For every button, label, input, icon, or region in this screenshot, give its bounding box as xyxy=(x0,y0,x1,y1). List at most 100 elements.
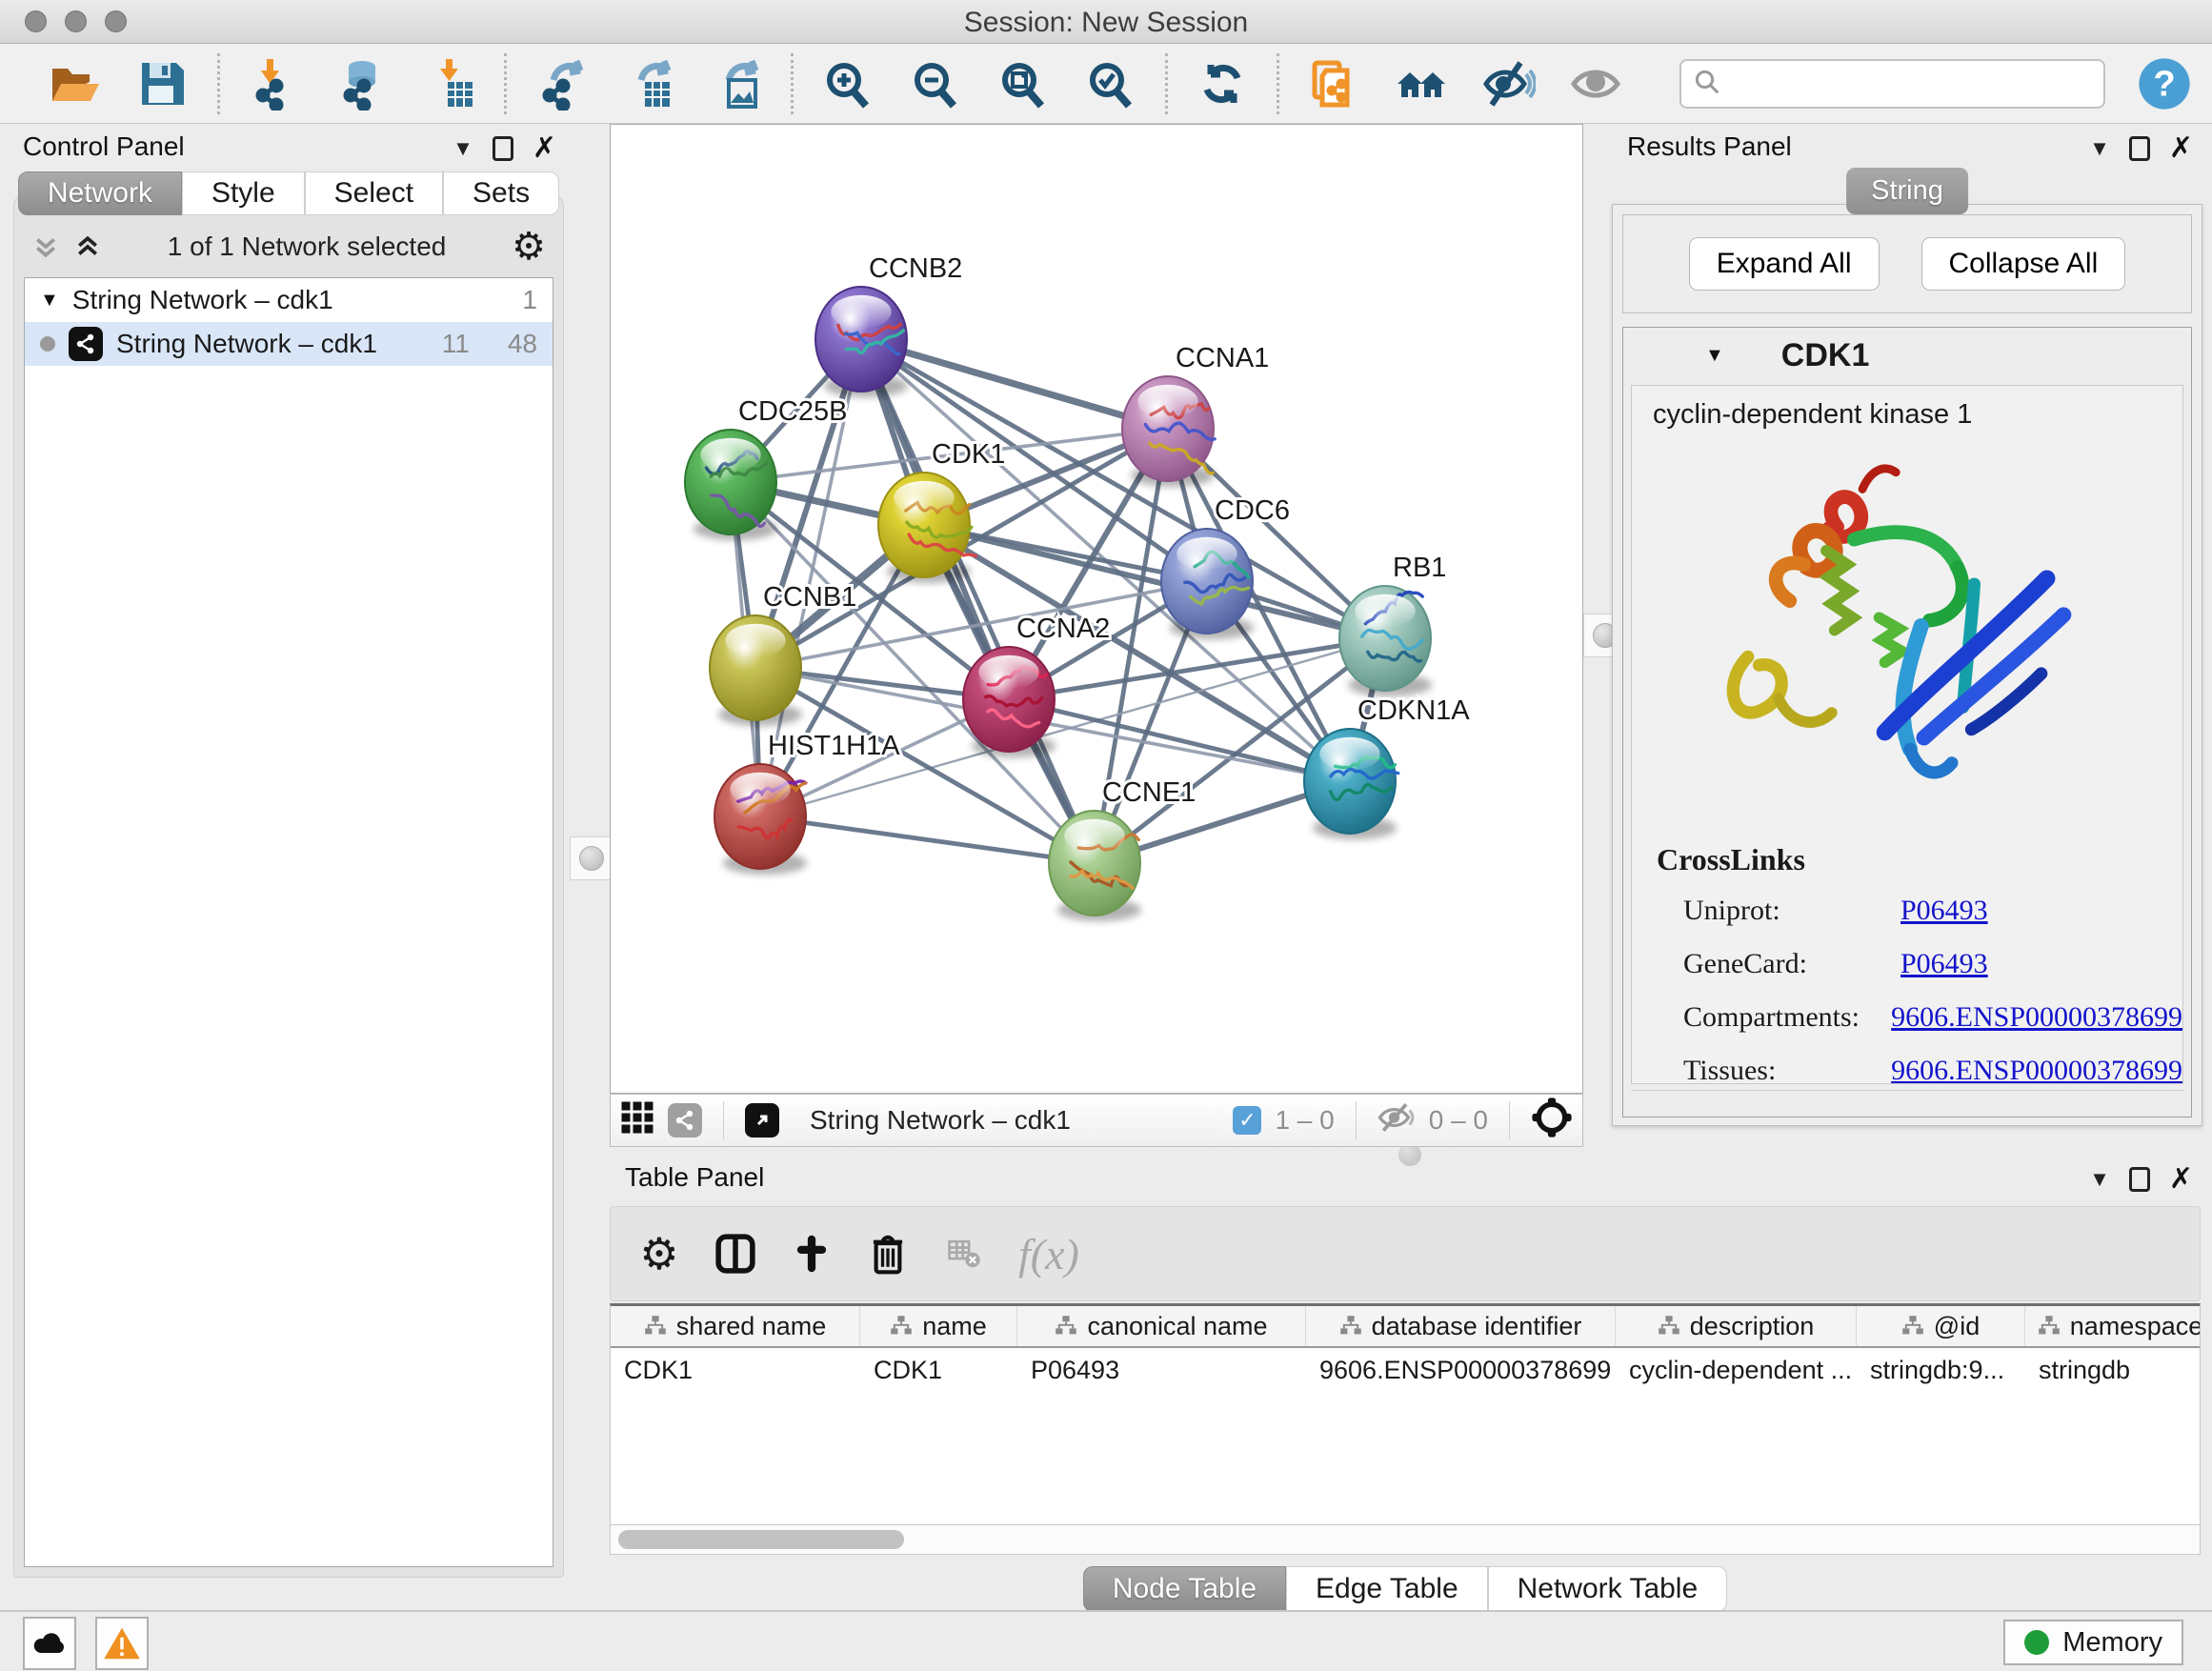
close-panel-icon[interactable]: ✗ xyxy=(533,131,556,165)
string-view-icon[interactable] xyxy=(668,1103,702,1137)
birds-eye-view-icon[interactable] xyxy=(745,1103,779,1137)
control-panel: Control Panel ▼ ✗ NetworkStyleSelectSets… xyxy=(8,124,570,1581)
node-CDKN1A[interactable]: CDKN1A xyxy=(1304,695,1470,839)
crosslink-link[interactable]: 9606.ENSP00000378699 xyxy=(1891,1001,2182,1034)
node-table: shared namenamecanonical namedatabase id… xyxy=(610,1303,2201,1524)
zoom-out-button[interactable] xyxy=(906,54,965,113)
export-table-button[interactable] xyxy=(619,54,678,113)
export-network-button[interactable] xyxy=(532,54,591,113)
import-table-button[interactable] xyxy=(420,54,479,113)
close-table-icon[interactable]: ✗ xyxy=(2169,1162,2193,1196)
collapse-table-icon[interactable]: ▼ xyxy=(2089,1167,2110,1192)
collapse-panel-icon[interactable]: ▼ xyxy=(452,136,473,161)
search-box[interactable] xyxy=(1679,59,2105,109)
float-results-icon[interactable] xyxy=(2129,136,2150,161)
tab-string[interactable]: String xyxy=(1846,168,1968,214)
collapse-results-icon[interactable]: ▼ xyxy=(2089,136,2110,161)
collapse-all-button[interactable]: Collapse All xyxy=(1921,237,2126,291)
create-column-icon[interactable] xyxy=(790,1232,834,1276)
crosslink-link[interactable]: P06493 xyxy=(1900,895,1988,927)
table-hscrollbar[interactable] xyxy=(610,1524,2201,1555)
title-bar: Session: New Session xyxy=(0,0,2212,44)
function-builder-icon[interactable]: f(x) xyxy=(1018,1229,1079,1279)
column-header-namespace[interactable]: namespace xyxy=(2025,1306,2201,1346)
cloud-button[interactable] xyxy=(23,1617,76,1670)
table-hscroll-thumb[interactable] xyxy=(618,1530,904,1549)
expand-all-button[interactable]: Expand All xyxy=(1689,237,1880,291)
node-CCNE1[interactable]: CCNE1 xyxy=(1049,777,1196,921)
table-cell: CDK1 xyxy=(860,1348,1017,1392)
grid-view-icon[interactable] xyxy=(620,1100,654,1141)
left-splitter-handle[interactable] xyxy=(570,836,613,880)
gene-description: cyclin-dependent kinase 1 xyxy=(1632,386,2182,431)
first-neighbors-button[interactable] xyxy=(1304,54,1363,113)
zoom-in-button[interactable] xyxy=(818,54,877,113)
expand-all-networks-icon[interactable] xyxy=(31,232,60,261)
column-header-canonical-name[interactable]: canonical name xyxy=(1017,1306,1306,1346)
node-CDC6[interactable]: CDC6 xyxy=(1161,495,1290,639)
node-label: CCNA1 xyxy=(1176,343,1269,373)
memory-button[interactable]: Memory xyxy=(2003,1620,2183,1665)
fit-selected-crosshair-icon[interactable] xyxy=(1531,1097,1573,1145)
tab-style[interactable]: Style xyxy=(182,171,305,215)
tab-network-table[interactable]: Network Table xyxy=(1488,1566,1728,1612)
import-network-button[interactable] xyxy=(245,54,304,113)
results-hscrollbar[interactable] xyxy=(1631,1090,2183,1111)
tab-edge-table[interactable]: Edge Table xyxy=(1286,1566,1488,1612)
selected-count: 1 – 0 xyxy=(1275,1105,1334,1136)
delete-table-icon[interactable] xyxy=(942,1232,986,1276)
collapse-all-networks-icon[interactable] xyxy=(73,232,102,261)
refresh-button[interactable] xyxy=(1193,54,1252,113)
network-canvas[interactable]: CCNB2CCNA1CDC25BCDK1CDC6RB1CCNB1CCNA2CDK… xyxy=(610,124,1583,1094)
memory-status-icon xyxy=(2024,1630,2049,1655)
warnings-button[interactable] xyxy=(95,1617,149,1670)
column-header-shared-name[interactable]: shared name xyxy=(611,1306,860,1346)
network-row[interactable]: String Network – cdk1 11 48 xyxy=(25,322,553,366)
export-image-button[interactable] xyxy=(707,54,766,113)
float-panel-icon[interactable] xyxy=(493,136,513,161)
column-header-description[interactable]: description xyxy=(1616,1306,1857,1346)
crosslink-link[interactable]: P06493 xyxy=(1900,948,1988,980)
table-cell: CDK1 xyxy=(611,1348,860,1392)
node-CCNA1[interactable]: CCNA1 xyxy=(1122,343,1269,487)
zoom-fit-button[interactable] xyxy=(994,54,1053,113)
zoom-selected-button[interactable] xyxy=(1081,54,1140,113)
search-icon xyxy=(1693,68,1721,101)
hide-eye-button[interactable] xyxy=(1479,54,1538,113)
tab-select[interactable]: Select xyxy=(305,171,443,215)
table-options-gear-icon[interactable]: ⚙ xyxy=(637,1232,681,1276)
column-header-id[interactable]: @id xyxy=(1857,1306,2025,1346)
network-collection-row[interactable]: ▼ String Network – cdk1 1 xyxy=(25,278,553,322)
help-button[interactable]: ? xyxy=(2138,54,2191,113)
hidden-eye-icon[interactable] xyxy=(1377,1101,1416,1140)
show-columns-icon[interactable] xyxy=(714,1232,757,1276)
network-options-gear-icon[interactable]: ⚙ xyxy=(512,228,546,266)
tab-node-table[interactable]: Node Table xyxy=(1083,1566,1286,1612)
tab-sets[interactable]: Sets xyxy=(443,171,559,215)
import-table-icon xyxy=(423,57,476,111)
zoom-selected-icon xyxy=(1084,57,1137,111)
column-header-database-identifier[interactable]: database identifier xyxy=(1306,1306,1616,1346)
table-row[interactable]: CDK1CDK1P064939606.ENSP00000378699cyclin… xyxy=(611,1348,2200,1392)
delete-column-icon[interactable] xyxy=(866,1232,910,1276)
open-folder-button[interactable] xyxy=(46,54,105,113)
save-session-button[interactable] xyxy=(133,54,192,113)
selected-nodes-checkbox[interactable]: ✓ xyxy=(1233,1106,1261,1135)
search-input[interactable] xyxy=(1721,69,2092,100)
close-results-icon[interactable]: ✗ xyxy=(2169,131,2193,165)
crosslink-link[interactable]: 9606.ENSP00000378699 xyxy=(1891,1055,2182,1084)
import-database-button[interactable] xyxy=(332,54,392,113)
table-cell: cyclin-dependent ... xyxy=(1616,1348,1857,1392)
node-CCNB2[interactable]: CCNB2 xyxy=(815,253,962,397)
collection-expander-icon[interactable]: ▼ xyxy=(40,290,59,312)
show-eye-button[interactable] xyxy=(1567,54,1626,113)
crosslinks-section: CrossLinks Uniprot:P06493GeneCard:P06493… xyxy=(1632,817,2182,1084)
node-RB1[interactable]: RB1 xyxy=(1339,553,1446,696)
gene-expander-icon[interactable]: ▼ xyxy=(1705,345,1724,367)
column-header-name[interactable]: name xyxy=(860,1306,1017,1346)
home-network-button[interactable] xyxy=(1392,54,1451,113)
float-table-icon[interactable] xyxy=(2129,1167,2150,1192)
results-panel-title: Results Panel xyxy=(1627,131,1792,161)
tab-network[interactable]: Network xyxy=(18,171,182,215)
save-session-icon xyxy=(136,57,190,111)
